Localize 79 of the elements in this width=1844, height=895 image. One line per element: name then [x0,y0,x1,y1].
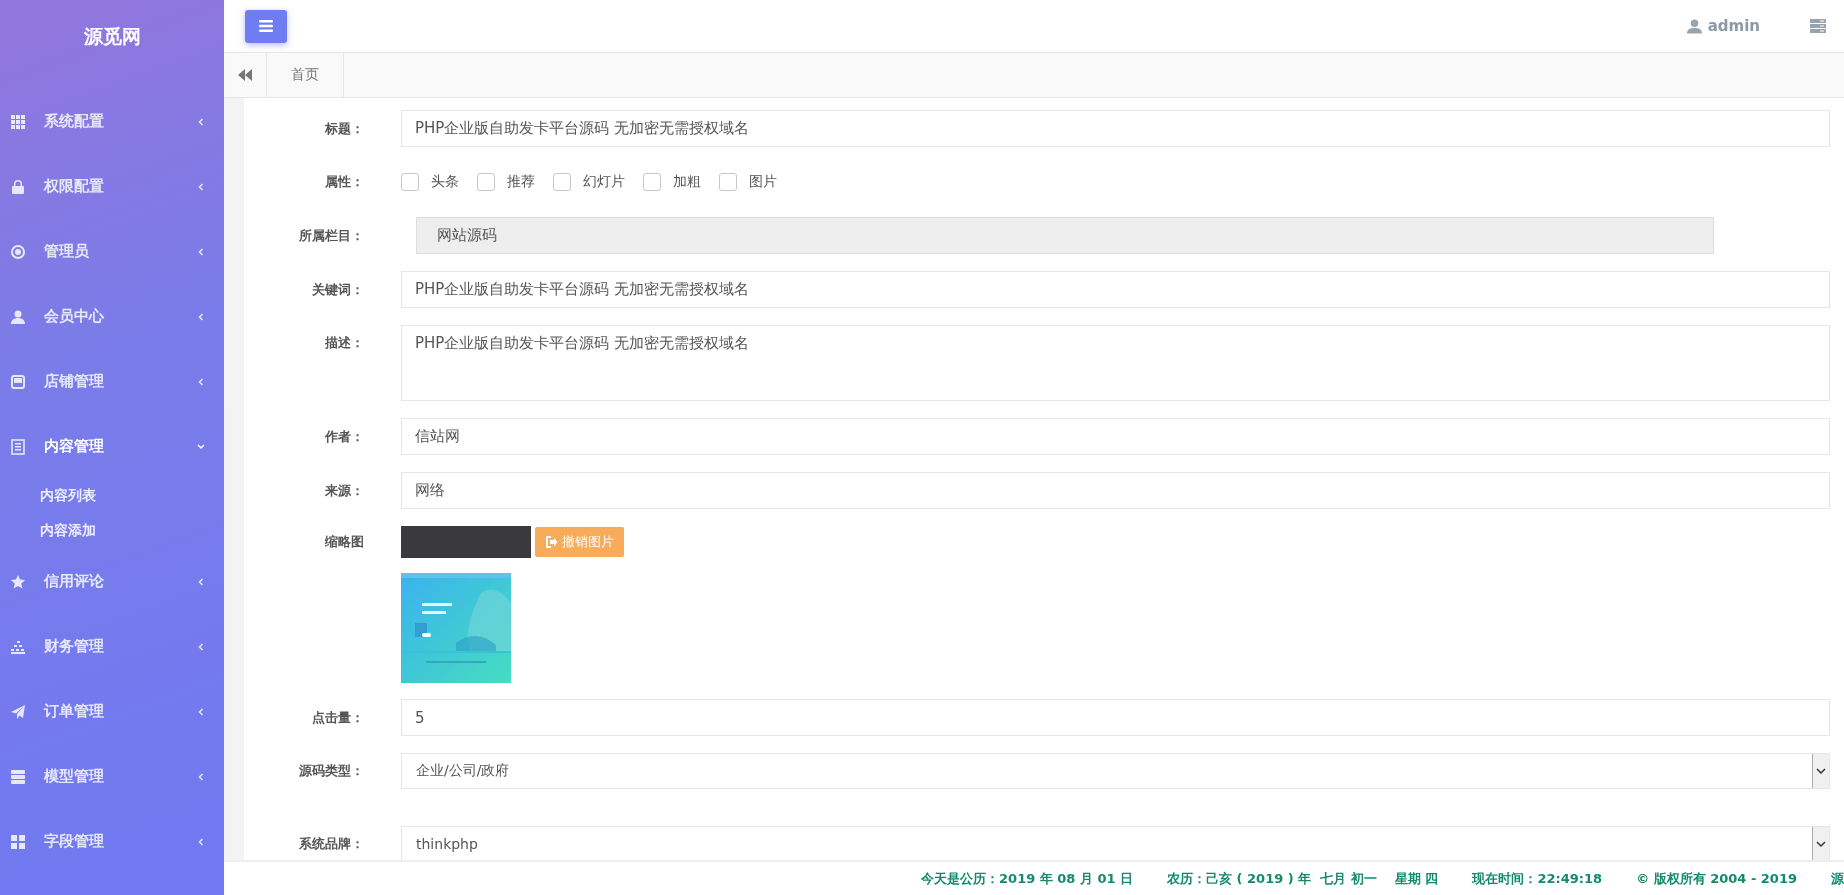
chevron-left-icon [196,311,206,322]
menu-item-icon [10,113,26,130]
submenu-item[interactable]: 内容添加 [0,514,224,549]
menu-item-icon [10,573,26,590]
menu-item-icon [10,373,26,390]
field-label: 关键词： [311,280,364,299]
sidebar-item[interactable]: 订单管理 [0,679,224,744]
menu-item-icon [10,768,26,785]
menu-button[interactable] [245,9,287,43]
field-label: 源码类型： [298,762,364,780]
sidebar-item[interactable]: 会员中心 [0,284,224,349]
double-left-arrow-icon[interactable] [238,69,252,81]
sign-out-icon [545,536,558,548]
menu-item-icon [10,438,26,455]
text-field[interactable]: PHP企业版自助发卡平台源码 无加密无需授权域名 [401,110,1830,147]
checkbox[interactable] [719,173,737,191]
text-field[interactable]: 5 [401,699,1830,736]
checkbox-label: 推荐 [507,173,535,191]
field-label: 系统品牌： [298,835,364,853]
server-icon[interactable] [1810,19,1826,33]
footer-text: 现在时间：22:49:18 [1472,869,1603,888]
submenu-item[interactable]: 内容列表 [0,479,224,514]
field-label: 来源： [324,481,364,500]
menu-item-icon [10,308,26,325]
text-field[interactable]: PHP企业版自助发卡平台源码 无加密无需授权域名 [401,271,1830,308]
footer-text: © 版权所有 2004 - 2019 [1636,869,1797,888]
sidebar-item[interactable]: 内容管理 [0,414,224,479]
sidebar-item[interactable]: 系统配置 [0,89,224,154]
footer-text: 源 [1831,869,1844,888]
field-label: 标题： [324,119,364,138]
user-menu[interactable]: admin [1686,17,1760,35]
text-field[interactable]: 网络 [401,472,1830,509]
select-field[interactable]: 企业/公司/政府 [401,753,1830,789]
remove-image-button[interactable]: 撤销图片 [535,527,624,557]
checkbox-label: 头条 [431,173,459,191]
chevron-left-icon [196,246,206,257]
footer-text: 今天是公历：2019 年 08 月 01 日 [921,869,1134,888]
sidebar-item[interactable]: 模型管理 [0,744,224,809]
checkbox[interactable] [401,173,419,191]
chevron-left-icon [196,116,206,127]
sidebar-item[interactable]: 店铺管理 [0,349,224,414]
file-field[interactable] [401,526,531,558]
checkbox[interactable] [477,173,495,191]
text-field[interactable]: 信站网 [401,418,1830,455]
menu-item-icon [10,703,26,720]
chevron-down-icon [196,441,206,452]
menu-item-icon [10,178,26,195]
chevron-left-icon [196,641,206,652]
field-label: 作者： [323,427,364,446]
field-label: 描述： [324,334,364,352]
checkbox-label: 图片 [749,173,777,191]
field-label: 缩略图 [324,533,364,551]
menu-item-icon [10,833,26,850]
chevron-left-icon [196,771,206,782]
chevron-left-icon [196,576,206,587]
checkbox[interactable] [643,173,661,191]
field-label: 点击量： [311,708,364,727]
readonly-field: 网站源码 [416,217,1714,254]
sidebar-item[interactable]: 管理员 [0,219,224,284]
menu-item-icon [10,638,26,655]
logo: 源觅网 [82,24,142,49]
field-label: 所属栏目： [298,226,364,245]
checkbox[interactable] [553,173,571,191]
menu-icon [259,20,273,32]
footer-text: 农历：己亥 ( 2019 ) 年 七月 初一 星期 四 [1167,869,1439,888]
chevron-left-icon [196,181,206,192]
user-icon [1686,18,1702,34]
sidebar-item[interactable]: 权限配置 [0,154,224,219]
textarea-field[interactable]: PHP企业版自助发卡平台源码 无加密无需授权域名 [401,325,1830,401]
checkbox-label: 幻灯片 [583,173,625,191]
field-label: 属性： [324,173,364,191]
menu-item-icon [10,243,26,260]
chevron-left-icon [196,376,206,387]
chevron-left-icon [196,836,206,847]
checkbox-label: 加粗 [673,173,701,191]
chevron-left-icon [196,706,206,717]
sidebar-item[interactable]: 信用评论 [0,549,224,614]
sidebar-item[interactable]: 财务管理 [0,614,224,679]
sidebar-item[interactable]: 字段管理 [0,809,224,874]
